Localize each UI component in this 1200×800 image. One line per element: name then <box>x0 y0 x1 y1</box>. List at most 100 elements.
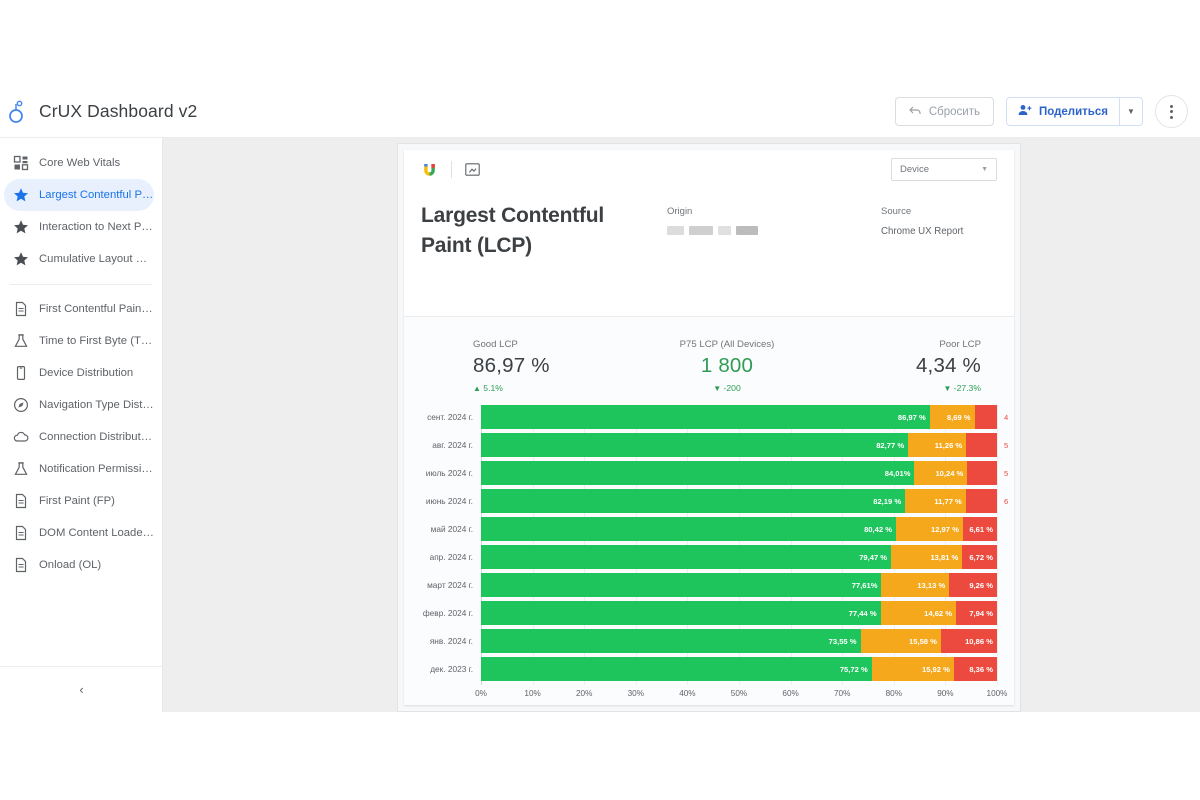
device-select[interactable]: Device ▼ <box>891 158 997 181</box>
share-split-button[interactable]: Поделиться ▼ <box>1005 97 1143 126</box>
arrow-down-icon: ▼ <box>713 384 722 393</box>
chart-segment: 6,72 % <box>962 545 997 569</box>
sidebar-item-notification-permissions[interactable]: Notification Permissions <box>4 453 154 485</box>
sidebar-item-cumulative-layout-shift[interactable]: Cumulative Layout Shift… <box>4 243 154 275</box>
sidebar-item-interaction-to-next-paint[interactable]: Interaction to Next Pain… <box>4 211 154 243</box>
more-vertical-icon <box>1170 104 1173 119</box>
report-toolbar: Device ▼ <box>404 150 1014 188</box>
chart-segment <box>965 489 997 513</box>
chart-row-track: 75,72 % 15,92 % 8,36 % <box>481 657 997 681</box>
chart-row-track: 82,77 %11,26 % 5,97 % <box>481 433 1008 457</box>
sidebar-item-label: Notification Permissions <box>39 463 154 475</box>
sidebar-item-largest-contentful-paint[interactable]: Largest Contentful Pain… <box>4 179 154 211</box>
x-tick-label: 100% <box>986 689 1008 698</box>
chart-segment: 11,77 % <box>905 489 966 513</box>
sidebar-item-label: Time to First Byte (TTFB) <box>39 335 154 347</box>
star-icon <box>13 219 29 235</box>
origin-value-redacted <box>667 226 758 235</box>
chart-segment: 8,69 % <box>929 405 975 429</box>
stats-row: Good LCP 86,97 % ▲ 5.1% P75 LCP (All Device… <box>421 339 997 395</box>
share-dropdown-caret[interactable]: ▼ <box>1119 98 1142 125</box>
stat-value: 86,97 % <box>473 354 550 377</box>
chart-row[interactable]: июнь 2024 г. 82,19 %11,77 % 6,04 % <box>421 489 1008 513</box>
reset-button[interactable]: Сбросить <box>894 97 994 126</box>
share-button[interactable]: Поделиться <box>1007 98 1119 125</box>
chart-segment: 84,01% <box>481 461 915 485</box>
x-tick-label: 90% <box>937 689 954 698</box>
chart-segment: 10,86 % <box>940 629 997 653</box>
stat-label: Good LCP <box>473 339 518 350</box>
stat-label: Poor LCP <box>939 339 981 350</box>
chart-segment: 8,36 % <box>953 657 997 681</box>
chart-row-label: февр. 2024 г. <box>422 608 473 618</box>
browser-viewport: CrUX Dashboard v2 Сбросить Поделиться ▼ … <box>0 0 1200 712</box>
chart-row-label: дек. 2023 г. <box>430 664 473 674</box>
chart-segment-poor-label: 5,75 % <box>1004 468 1008 478</box>
chart-segment: 12,97 % <box>895 517 963 541</box>
sidebar-item-device-distribution[interactable]: Device Distribution <box>4 357 154 389</box>
stat-delta: ▼ -27.3% <box>943 383 981 393</box>
stat-delta: ▼ -200 <box>713 383 741 393</box>
sidebar-item-connection-distribution[interactable]: Connection Distribution <box>4 421 154 453</box>
report-frame: Device ▼ Largest Contentful Paint (LCP) … <box>397 143 1021 712</box>
phone-icon <box>13 365 29 381</box>
sidebar-item-onload[interactable]: Onload (OL) <box>4 549 154 581</box>
sidebar-item-label: First Paint (FP) <box>39 495 115 507</box>
sidebar-item-dom-content-loaded[interactable]: DOM Content Loaded (… <box>4 517 154 549</box>
app-header-actions: Сбросить Поделиться ▼ <box>894 85 1188 138</box>
x-tick-label: 50% <box>730 689 748 698</box>
chart-row[interactable]: авг. 2024 г. 82,77 %11,26 % 5,97 % <box>421 433 1008 457</box>
sidebar-item-label: Onload (OL) <box>39 559 102 571</box>
chart-row-track: 77,44 % 14,62 % 7,94 % <box>481 601 997 625</box>
chart-row-track: 84,01%10,24 % 5,75 % <box>481 461 1008 485</box>
stat-value: 4,34 % <box>915 354 981 377</box>
chart-row-label: авг. 2024 г. <box>432 440 473 450</box>
chart-segment: 15,92 % <box>871 657 954 681</box>
chart-row[interactable]: июль 2024 г. 84,01%10,24 % 5,75 % <box>421 461 1008 485</box>
cloud-icon <box>13 429 29 445</box>
chevron-down-icon: ▼ <box>981 166 988 173</box>
chart-segment-poor-label: 5,97 % <box>1004 440 1008 450</box>
sidebar-item-label: Largest Contentful Pain… <box>39 189 154 201</box>
chart-segment: 86,97 % <box>481 405 930 429</box>
chart-row[interactable]: май 2024 г. 80,42 % 12,97 % 6,61 % <box>421 517 997 541</box>
sidebar-item-navigation-type-distribution[interactable]: Navigation Type Distrib… <box>4 389 154 421</box>
brand[interactable]: CrUX Dashboard v2 <box>6 85 197 138</box>
chart-row-track: 73,55 % 15,58 % 10,86 % <box>481 629 997 653</box>
chart-row[interactable]: дек. 2023 г. 75,72 % 15,92 % 8,36 % <box>421 657 997 681</box>
sidebar-group-metrics: First Contentful Paint (F… Time to First… <box>0 293 162 581</box>
chevron-left-icon: ‹ <box>79 682 84 697</box>
chart-segment: 15,58 % <box>860 629 941 653</box>
sidebar-item-label: Core Web Vitals <box>39 157 121 169</box>
undo-icon <box>908 105 922 119</box>
sidebar-item-label: Connection Distribution <box>39 431 154 443</box>
sidebar-item-label: Cumulative Layout Shift… <box>39 253 154 265</box>
flask-icon <box>13 461 29 477</box>
toolbar-divider <box>451 160 452 178</box>
chart-segment: 77,44 % <box>481 601 881 625</box>
chart-row-label: апр. 2024 г. <box>429 552 473 562</box>
origin-label: Origin <box>667 206 693 217</box>
chart-row[interactable]: апр. 2024 г. 79,47 % 13,81 % 6,72 % <box>421 545 997 569</box>
share-label: Поделиться <box>1038 105 1108 118</box>
sidebar-group-vitals: Core Web Vitals Largest Contentful Pain…… <box>0 138 162 275</box>
sidebar-item-first-paint[interactable]: First Paint (FP) <box>4 485 154 517</box>
lcp-stacked-bar-chart: сент. 2024 г. 86,97 %8,69 % 4,34 % авг. 202… <box>421 405 1008 705</box>
chart-row[interactable]: март 2024 г. 77,61% 13,13 % 9,26 % <box>421 573 997 597</box>
sidebar-item-time-to-first-byte[interactable]: Time to First Byte (TTFB) <box>4 325 154 357</box>
chart-row[interactable]: янв. 2024 г. 73,55 % 15,58 % 10,86 % <box>421 629 997 653</box>
app-title: CrUX Dashboard v2 <box>39 101 198 121</box>
sidebar-item-core-web-vitals[interactable]: Core Web Vitals <box>4 147 154 179</box>
sidebar: Core Web Vitals Largest Contentful Pain…… <box>0 138 163 712</box>
chart-row[interactable]: сент. 2024 г. 86,97 %8,69 % 4,34 % <box>421 405 1008 429</box>
sidebar-item-first-contentful-paint[interactable]: First Contentful Paint (F… <box>4 293 154 325</box>
more-options-button[interactable] <box>1155 95 1188 128</box>
chart-row[interactable]: февр. 2024 г. 77,44 % 14,62 % 7,94 % <box>421 601 997 625</box>
x-tick-label: 60% <box>782 689 799 698</box>
star-icon <box>13 187 29 203</box>
dashboard-grid-icon <box>13 155 29 171</box>
expand-image-icon[interactable] <box>465 162 480 176</box>
x-tick-label: 30% <box>627 689 644 698</box>
sidebar-collapse-button[interactable]: ‹ <box>0 666 163 712</box>
stat-label: P75 LCP (All Devices) <box>679 339 775 350</box>
